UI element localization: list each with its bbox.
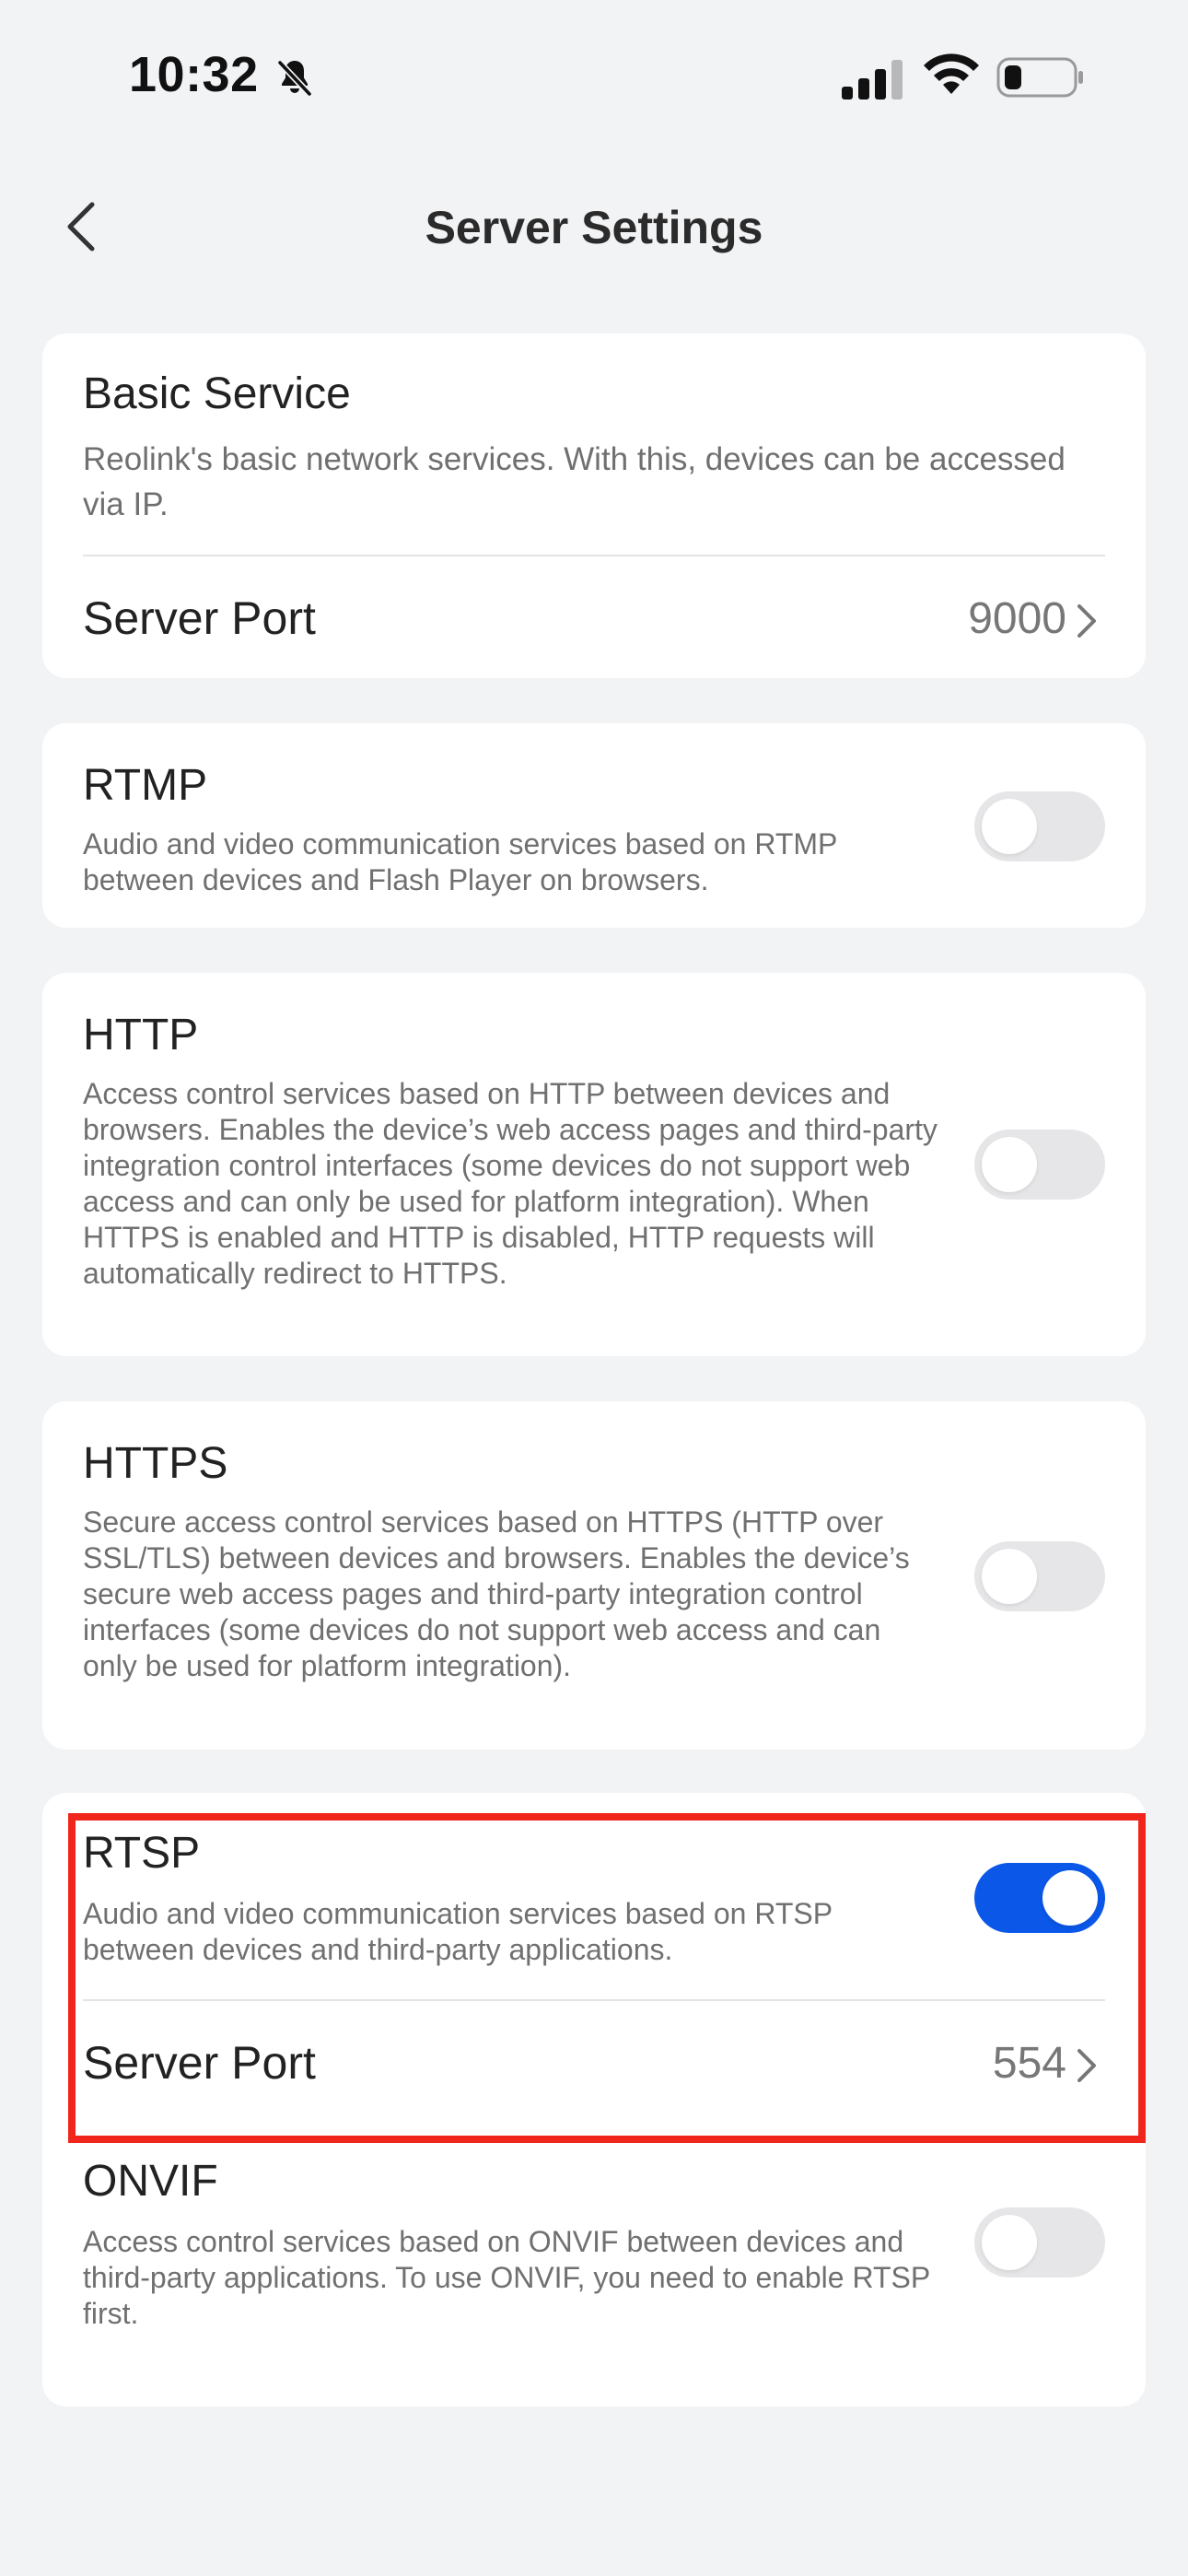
http-title: HTTP <box>83 1011 199 1060</box>
http-toggle[interactable] <box>974 1130 1105 1200</box>
basic-server-port-row[interactable]: Server Port 9000 <box>42 558 1146 678</box>
battery-low-icon <box>996 57 1083 98</box>
rtsp-onvif-card: RTSP Audio and video communication servi… <box>42 1793 1146 2406</box>
toggle-knob <box>982 2215 1037 2270</box>
page-title: Server Settings <box>425 202 763 253</box>
https-card: HTTPS Secure access control services bas… <box>42 1401 1146 1750</box>
rtmp-toggle[interactable] <box>974 791 1105 861</box>
https-toggle[interactable] <box>974 1541 1105 1611</box>
chevron-right-icon <box>1077 2049 1096 2082</box>
https-description: Secure access control services based on … <box>83 1505 910 1682</box>
server-port-value: 554 <box>992 2039 1066 2088</box>
toggle-knob <box>982 1137 1037 1192</box>
toggle-knob <box>982 1549 1037 1604</box>
toggle-knob <box>982 799 1037 854</box>
status-bar: 10:32 <box>0 0 1188 157</box>
server-port-value: 9000 <box>968 594 1066 643</box>
server-port-label: Server Port <box>83 592 316 644</box>
basic-service-title: Basic Service <box>83 369 351 418</box>
basic-service-card: Basic Service Reolink's basic network se… <box>42 334 1146 678</box>
rtsp-toggle[interactable] <box>974 1863 1105 1933</box>
onvif-title: ONVIF <box>83 2157 218 2206</box>
divider <box>83 555 1105 556</box>
onvif-toggle[interactable] <box>974 2207 1105 2277</box>
navigation-bar: Server Settings <box>0 175 1188 276</box>
rtsp-server-port-row[interactable]: Server Port 554 <box>42 2003 1146 2123</box>
cellular-signal-icon <box>842 60 903 100</box>
rtmp-card: RTMP Audio and video communication servi… <box>42 723 1146 928</box>
chevron-right-icon <box>1077 604 1096 638</box>
server-port-label: Server Port <box>83 2037 316 2089</box>
divider <box>83 1999 1105 2001</box>
rtmp-description: Audio and video communication services b… <box>83 827 837 896</box>
http-card: HTTP Access control services based on HT… <box>42 973 1146 1356</box>
http-description: Access control services based on HTTP be… <box>83 1077 938 1290</box>
wifi-icon <box>924 53 979 94</box>
onvif-description: Access control services based on ONVIF b… <box>83 2225 930 2330</box>
rtmp-title: RTMP <box>83 761 208 810</box>
toggle-knob <box>1042 1870 1098 1926</box>
rtsp-description: Audio and video communication services b… <box>83 1897 833 1966</box>
rtsp-title: RTSP <box>83 1829 201 1878</box>
bell-slash-icon <box>276 59 313 98</box>
https-title: HTTPS <box>83 1439 228 1488</box>
basic-service-description: Reolink's basic network services. With t… <box>83 441 1066 522</box>
status-time: 10:32 <box>129 47 259 102</box>
